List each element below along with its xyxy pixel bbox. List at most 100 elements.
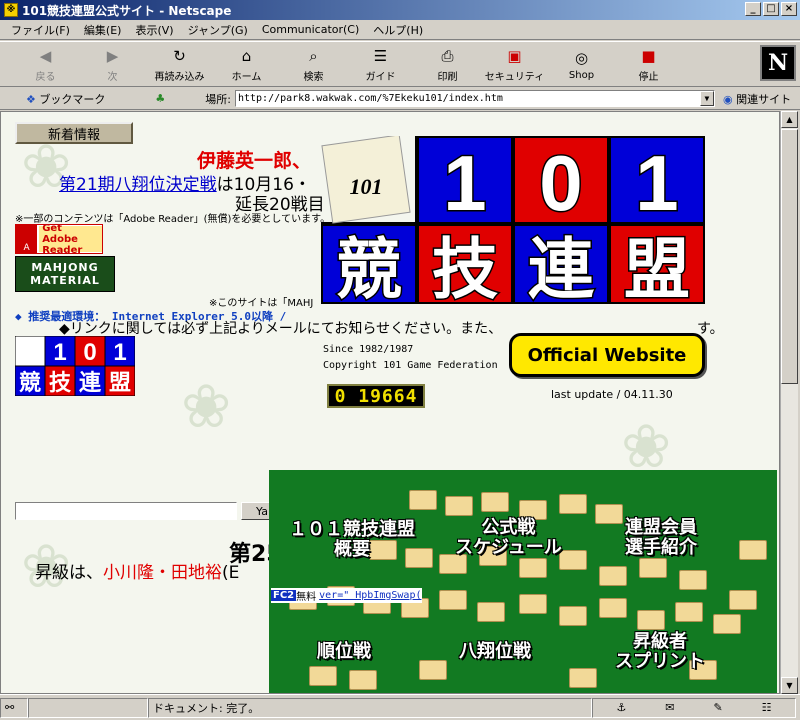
url-field[interactable]: http://park8.wakwak.com/%7Ekeku101/index… bbox=[234, 90, 715, 107]
yahoo-search-input[interactable] bbox=[15, 502, 237, 520]
bookmark-icon: ❖ bbox=[26, 92, 36, 106]
menu-schedule[interactable]: 公式戦 スケジュール bbox=[455, 518, 562, 558]
connection-icon: ⚯ bbox=[0, 697, 28, 718]
navigator-icon[interactable]: ⚓ bbox=[616, 701, 626, 714]
bookmarks-button[interactable]: ❖ ブックマーク bbox=[26, 91, 105, 107]
mahjong-tile bbox=[559, 550, 587, 570]
access-counter: 0 19664 bbox=[327, 384, 425, 408]
back-button[interactable]: ◀ 戻る bbox=[12, 43, 79, 85]
menu-edit[interactable]: 編集(E) bbox=[77, 22, 129, 38]
guide-icon: ☰ bbox=[373, 46, 388, 65]
menu-go[interactable]: ジャンプ(G) bbox=[181, 22, 255, 38]
menu-file[interactable]: ファイル(F) bbox=[4, 22, 77, 38]
home-button[interactable]: ⌂ ホーム bbox=[213, 43, 280, 85]
promotion-note: 昇級は、小川隆・田地裕(E bbox=[35, 563, 240, 583]
related-sites-button[interactable]: ◉ 関連サイト bbox=[723, 91, 791, 107]
menu-ranking-league[interactable]: 順位戦 bbox=[317, 642, 371, 662]
component-bar: ⚓ ✉ ✎ ☷ bbox=[592, 697, 796, 718]
shop-button[interactable]: ◎ Shop bbox=[548, 43, 615, 85]
mahjong-tile bbox=[559, 494, 587, 514]
menu-federation-overview[interactable]: １０１競技連盟 概要 bbox=[289, 520, 415, 560]
security-button[interactable]: ▣ セキュリティ bbox=[481, 43, 548, 85]
mahjong-tile bbox=[477, 602, 505, 622]
banner-digit: 1 bbox=[443, 139, 486, 227]
banner-kanji: 連 bbox=[528, 231, 595, 304]
url-dropdown-icon[interactable]: ▼ bbox=[699, 91, 714, 106]
small-101-logo[interactable]: 1 0 1 競 技 連 盟 bbox=[15, 336, 135, 396]
mail-icon[interactable]: ✉ bbox=[665, 701, 674, 714]
hakusho-final-link[interactable]: 第21期八翔位決定戦 bbox=[59, 175, 217, 195]
maximize-button[interactable]: □ bbox=[763, 2, 779, 16]
forward-button[interactable]: ▶ 次 bbox=[79, 43, 146, 85]
menu-view[interactable]: 表示(V) bbox=[128, 22, 180, 38]
menu-hakusho-title[interactable]: 八翔位戦 bbox=[459, 642, 531, 662]
security-icon: ▣ bbox=[507, 46, 522, 65]
mahjong-tile bbox=[409, 490, 437, 510]
menu-communicator[interactable]: Communicator(C) bbox=[255, 23, 366, 36]
last-update: last update / 04.11.30 bbox=[551, 388, 673, 401]
page-content: ❀ ❀ ❀ ❀ 新着情報 伊藤英一郎、 第21期八翔位決定戦は10月16・ 延長… bbox=[0, 111, 780, 694]
vertical-scrollbar[interactable]: ▲ ▼ bbox=[780, 111, 798, 694]
small-logo-digit: 0 bbox=[83, 339, 96, 366]
reload-button[interactable]: ↻ 再読み込み bbox=[146, 43, 213, 85]
banner-kanji: 技 bbox=[432, 231, 498, 304]
mahjong-material-banner[interactable]: MAHJONG MATERIAL bbox=[15, 256, 115, 292]
close-button[interactable]: × bbox=[781, 2, 797, 16]
menu-bar: ファイル(F) 編集(E) 表示(V) ジャンプ(G) Communicator… bbox=[0, 20, 800, 40]
watermark-icon: ❀ bbox=[181, 372, 232, 442]
search-button[interactable]: ⌕ 検索 bbox=[280, 43, 347, 85]
mini-101-mark: 101 bbox=[350, 174, 383, 199]
stop-button[interactable]: ■ 停止 bbox=[615, 43, 682, 85]
mahjong-tile bbox=[729, 590, 757, 610]
banner-kanji: 競 bbox=[336, 231, 402, 304]
shop-icon: ◎ bbox=[574, 48, 589, 67]
composer-icon[interactable]: ✎ bbox=[713, 701, 722, 714]
menu-members[interactable]: 連盟会員 選手紹介 bbox=[625, 518, 697, 558]
minimize-button[interactable]: _ bbox=[745, 2, 761, 16]
adobe-icon: A bbox=[16, 225, 38, 253]
mahjong-tile bbox=[439, 590, 467, 610]
fc2-ad[interactable]: FC2 無料 ver=" HpbImgSwap( bbox=[271, 588, 422, 603]
location-label: 場所: bbox=[205, 92, 231, 106]
globe-icon: ◉ bbox=[722, 92, 733, 106]
banner-kanji: 盟 bbox=[624, 231, 690, 304]
banner-digit: 1 bbox=[635, 139, 678, 227]
home-icon: ⌂ bbox=[241, 46, 252, 65]
small-logo-kanji: 技 bbox=[49, 371, 72, 396]
news-button[interactable]: 新着情報 bbox=[15, 122, 133, 144]
small-logo-kanji: 盟 bbox=[109, 371, 131, 396]
mahjong-tile bbox=[419, 660, 447, 680]
menu-promotion-sprint[interactable]: 昇級者 スプリント bbox=[615, 632, 705, 672]
mahjong-tile bbox=[559, 606, 587, 626]
scroll-down-icon[interactable]: ▼ bbox=[781, 677, 798, 694]
mahjong-tile bbox=[309, 666, 337, 686]
mahjong-tile bbox=[637, 610, 665, 630]
small-logo-digit: 1 bbox=[113, 339, 126, 366]
since-text: Since 1982/1987 Copyright 101 Game Federa… bbox=[323, 344, 498, 371]
mahjong-tile bbox=[639, 558, 667, 578]
progress-area bbox=[28, 697, 148, 718]
status-text: ドキュメント: 完了。 bbox=[148, 697, 592, 718]
small-logo-digit: 1 bbox=[53, 339, 66, 366]
location-icon[interactable]: ♣ bbox=[155, 92, 165, 105]
mahjong-tile bbox=[445, 496, 473, 516]
get-adobe-reader-button[interactable]: A Get Adobe Reader bbox=[15, 223, 103, 256]
official-website-badge[interactable]: Official Website bbox=[509, 333, 705, 377]
title-bar: ※ 101競技連盟公式サイト - Netscape _ □ × bbox=[0, 0, 800, 20]
scroll-up-icon[interactable]: ▲ bbox=[781, 111, 798, 128]
print-button[interactable]: ⎙ 印刷 bbox=[414, 43, 481, 85]
window-title: 101競技連盟公式サイト - Netscape bbox=[22, 3, 232, 18]
search-icon: ⌕ bbox=[309, 46, 318, 65]
mahjong-tile bbox=[349, 670, 377, 690]
menu-help[interactable]: ヘルプ(H) bbox=[366, 22, 430, 38]
banner-digit: 0 bbox=[539, 139, 582, 227]
small-logo-kanji: 競 bbox=[19, 370, 41, 396]
navigation-toolbar: ◀ 戻る ▶ 次 ↻ 再読み込み ⌂ ホーム ⌕ 検索 ☰ ガイド ⎙ 印刷 ▣ セキュリティ … bbox=[0, 41, 800, 87]
scroll-thumb[interactable] bbox=[781, 129, 798, 384]
discussions-icon[interactable]: ☷ bbox=[762, 701, 772, 714]
101-federation-banner[interactable]: 1 0 1 競 技 連 盟 101 bbox=[321, 136, 705, 304]
mahjong-tile bbox=[599, 566, 627, 586]
mahjong-tile bbox=[713, 614, 741, 634]
netscape-logo[interactable]: N bbox=[760, 45, 796, 81]
guide-button[interactable]: ☰ ガイド bbox=[347, 43, 414, 85]
